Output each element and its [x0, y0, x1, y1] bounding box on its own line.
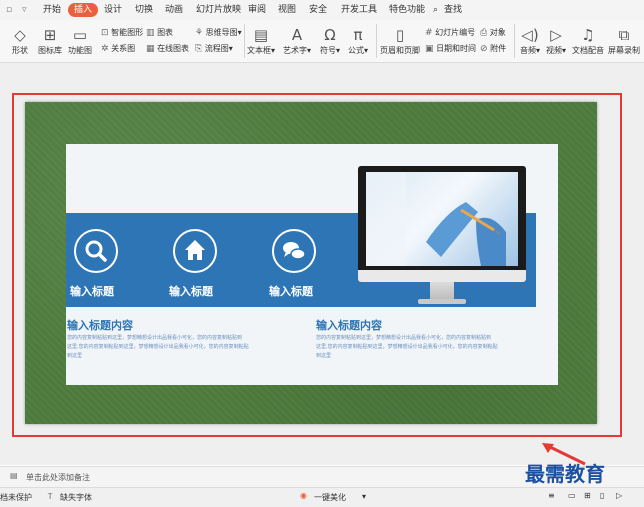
tab-insert[interactable]: 插入 [68, 3, 99, 17]
tab-slideshow[interactable]: 幻灯片放映 [196, 3, 241, 17]
calendar-icon: ▣ [425, 44, 434, 54]
datetime-button[interactable]: ▣ 日期和时间 [425, 43, 476, 54]
mindmap-icon: ⚘ [195, 28, 204, 38]
reading-view-icon[interactable]: ▯ [600, 491, 604, 500]
slide-number-icon: # [425, 28, 433, 38]
dub-icon: ♫ [581, 26, 595, 44]
tab-special[interactable]: 特色功能 [389, 3, 425, 17]
menu-tab-bar: ▫ ▿ 开始 插入 设计 切换 动画 幻灯片放映 审阅 视图 安全 开发工具 特… [0, 0, 644, 20]
paperclip-icon: ⊘ [480, 44, 488, 54]
formula-button[interactable]: π 公式▾ [338, 26, 378, 56]
highlight-frame [12, 93, 622, 437]
tab-security[interactable]: 安全 [309, 3, 327, 17]
beautify-dropdown-icon[interactable]: ▾ [362, 492, 366, 501]
slideshow-view-icon[interactable]: ▷ [616, 491, 622, 500]
sorter-view-icon[interactable]: ⊞ [584, 491, 591, 500]
tab-review[interactable]: 审阅 [248, 3, 266, 17]
flowchart-button[interactable]: ⎘ 流程图▾ [195, 43, 233, 54]
mindmap-button[interactable]: ⚘ 思维导图▾ [195, 27, 242, 38]
attachment-button[interactable]: ⊘ 附件 [480, 43, 506, 54]
beautify-button[interactable]: 一键美化 [314, 492, 346, 503]
chart-icon: ▥ [146, 28, 155, 38]
online-chart-button[interactable]: ▦ 在线图表 [146, 43, 189, 54]
function-chart-button[interactable]: ▭ 功能图 [60, 26, 100, 56]
pi-icon: π [353, 26, 363, 44]
smart-shape-button[interactable]: ⊡ 智能图形 [101, 27, 143, 38]
status-bar: 档未保护 Ꭲ 缺失字体 ◉ 一键美化 ▾ ≡ ▭ ⊞ ▯ ▷ [0, 487, 644, 507]
notes-toggle-icon[interactable]: ≡ [548, 491, 555, 500]
tab-developer[interactable]: 开发工具 [341, 3, 377, 17]
search-icon[interactable]: ⌕ [433, 3, 438, 17]
relation-chart-button[interactable]: ✲ 关系图 [101, 43, 135, 54]
header-footer-button[interactable]: ▯ 页眉和页脚 [380, 26, 420, 56]
missing-font-button[interactable]: 缺失字体 [60, 492, 92, 503]
doc-protect-status[interactable]: 档未保护 [0, 492, 32, 503]
screen-record-icon: ⧉ [618, 26, 630, 44]
screen-record-button[interactable]: ⧉ 屏幕录制 [604, 26, 644, 56]
quick-access-dropdown-icon[interactable]: ▿ [22, 3, 27, 17]
smart-shape-icon: ⊡ [101, 28, 109, 38]
flowchart-icon: ⎘ [195, 44, 203, 54]
object-button[interactable]: ⎙ 对象 [480, 27, 506, 38]
function-chart-icon: ▭ [72, 26, 88, 44]
online-chart-icon: ▦ [146, 44, 155, 54]
chart-button[interactable]: ▥ 图表 [146, 27, 173, 38]
tab-design[interactable]: 设计 [104, 3, 122, 17]
beautify-icon: ◉ [300, 491, 307, 500]
notes-icon: ▤ [10, 471, 18, 480]
header-footer-icon: ▯ [395, 26, 405, 44]
tab-search[interactable]: 查找 [444, 3, 462, 17]
textbox-icon: ▤ [253, 26, 269, 44]
textbox-button[interactable]: ▤ 文本框▾ [241, 26, 281, 56]
quick-access-icon[interactable]: ▫ [6, 3, 12, 17]
tab-view[interactable]: 视图 [278, 3, 296, 17]
font-icon: Ꭲ [48, 492, 53, 501]
relation-icon: ✲ [101, 44, 109, 54]
tab-home[interactable]: 开始 [43, 3, 61, 17]
notes-placeholder[interactable]: 单击此处添加备注 [26, 472, 90, 483]
watermark: 最需教育 [525, 462, 605, 486]
text-dub-button[interactable]: ♫ 文档配音 [568, 26, 608, 56]
ribbon-separator [376, 24, 377, 58]
normal-view-icon[interactable]: ▭ [568, 491, 576, 500]
slide-number-button[interactable]: # 幻灯片编号 [425, 27, 475, 38]
object-icon: ⎙ [480, 28, 488, 38]
tab-animation[interactable]: 动画 [165, 3, 183, 17]
tab-transition[interactable]: 切换 [135, 3, 153, 17]
